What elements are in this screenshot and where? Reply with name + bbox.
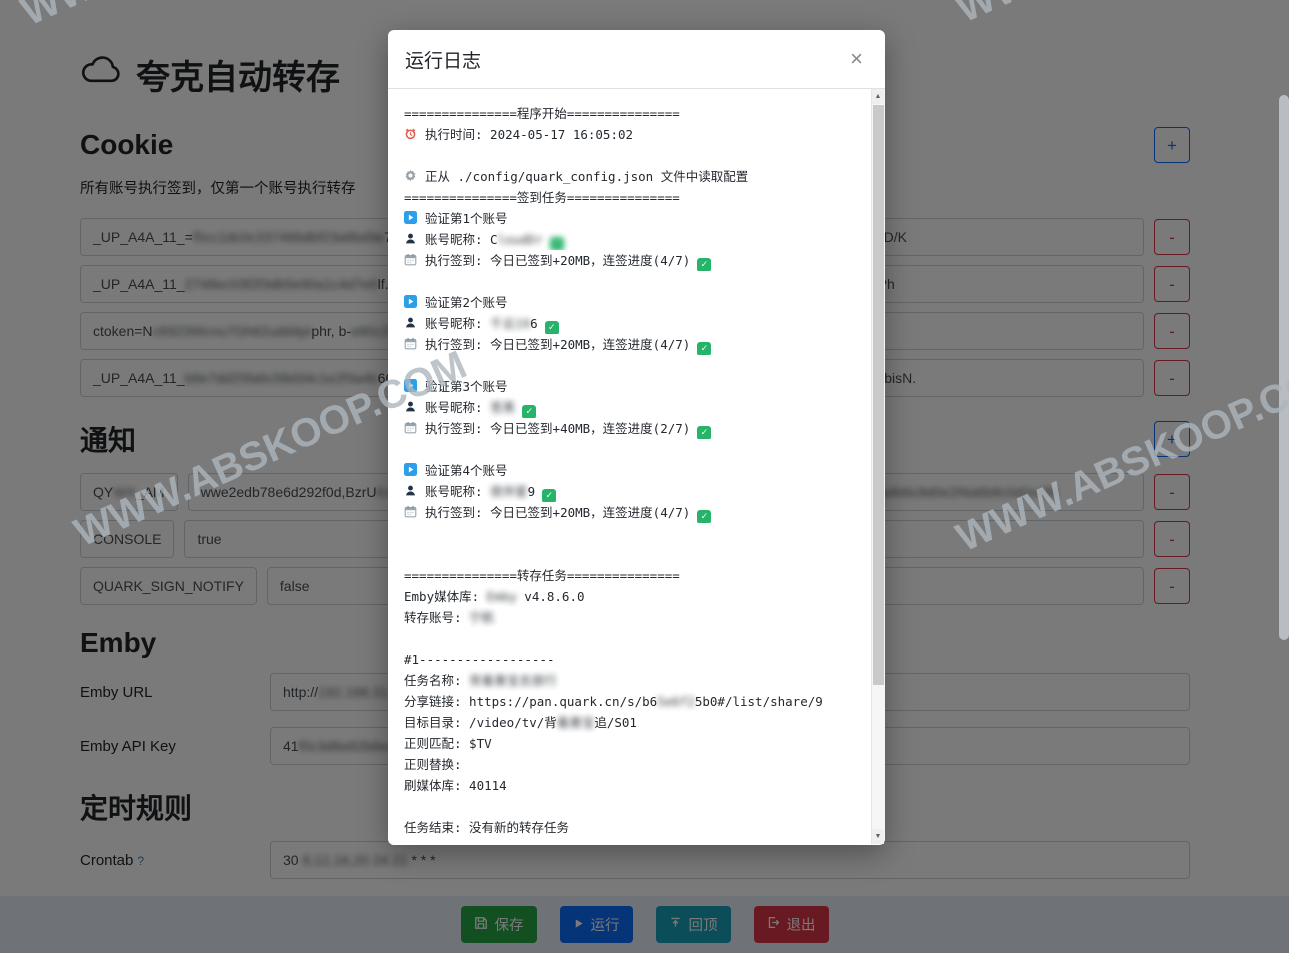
log-line: 验证第2个账号 (404, 292, 865, 313)
log-line (404, 355, 865, 376)
log-line (404, 271, 865, 292)
log-line: 刷媒体库: 40114 (404, 775, 865, 796)
log-line: 执行签到: 今日已签到+20MB，连签进度(4/7)✓ (404, 250, 865, 271)
log-line: 正从 ./config/quark_config.json 文件中读取配置 (404, 166, 865, 187)
user-icon (404, 314, 418, 334)
log-line: 验证第4个账号 (404, 460, 865, 481)
gear-icon (404, 167, 418, 187)
user-icon (404, 230, 418, 250)
calendar-icon (404, 251, 418, 271)
page-scrollbar-thumb[interactable] (1279, 95, 1289, 640)
log-line: 正则替换: (404, 754, 865, 775)
log-line: ===============签到任务=============== (404, 187, 865, 208)
check-icon: ✓ (522, 405, 536, 418)
check-icon: ✓ (697, 258, 711, 271)
scroll-up-icon[interactable]: ▲ (872, 89, 884, 104)
close-icon[interactable]: × (850, 48, 863, 70)
log-area: ===============程序开始===============执行时间: … (388, 89, 871, 843)
log-line: 任务结束: 没有新的转存任务 (404, 817, 865, 838)
log-line: #1------------------ (404, 649, 865, 670)
log-line: 正则匹配: $TV (404, 733, 865, 754)
log-line: 验证第3个账号 (404, 376, 865, 397)
log-scrollbar[interactable]: ▲ ▼ (871, 89, 885, 844)
log-line: 账号昵称: CloudDr✓ (404, 229, 865, 250)
log-line: Emby媒体库: Emby v4.8.6.0 (404, 586, 865, 607)
log-line (404, 523, 865, 544)
user-icon (404, 482, 418, 502)
log-line: 账号昵称: 苍黑✓ (404, 397, 865, 418)
screenshot-stage: 夸克自动转存 Cookie + 所有账号执行签到，仅第一个账号执行转存 _UP_… (0, 0, 1289, 953)
log-line (404, 544, 865, 565)
log-line: 执行签到: 今日已签到+20MB，连签进度(4/7)✓ (404, 334, 865, 355)
log-line: ===============程序开始=============== (404, 103, 865, 124)
calendar-icon (404, 419, 418, 439)
log-line: 执行签到: 今日已签到+20MB，连签进度(4/7)✓ (404, 502, 865, 523)
log-line: 任务名称: 背着善宝去旅行 (404, 670, 865, 691)
check-icon: ✓ (542, 489, 556, 502)
log-line: ===============转存任务=============== (404, 565, 865, 586)
play-icon (404, 461, 418, 481)
log-line (404, 145, 865, 166)
log-line: 执行签到: 今日已签到+40MB，连签进度(2/7)✓ (404, 418, 865, 439)
log-line (404, 628, 865, 649)
user-icon (404, 398, 418, 418)
log-line: 分享链接: https://pan.quark.cn/s/b65e6f25b0#… (404, 691, 865, 712)
play-icon (404, 209, 418, 229)
log-line (404, 796, 865, 817)
log-line: 验证第1个账号 (404, 208, 865, 229)
play-icon (404, 377, 418, 397)
modal-header: 运行日志 × (388, 30, 885, 89)
run-log-modal: 运行日志 × ===============程序开始==============… (388, 30, 885, 845)
log-line: 账号昵称: 夜伴星9✓ (404, 481, 865, 502)
check-icon: ✓ (697, 426, 711, 439)
check-icon: ✓ (697, 342, 711, 355)
log-line (404, 439, 865, 460)
play-icon (404, 293, 418, 313)
check-icon: ✓ (697, 510, 711, 523)
log-line: 执行时间: 2024-05-17 16:05:02 (404, 124, 865, 145)
log-line: 转存账号: 宁航 (404, 607, 865, 628)
modal-title: 运行日志 (405, 46, 481, 73)
calendar-icon (404, 503, 418, 523)
clock-icon (404, 125, 418, 145)
calendar-icon (404, 335, 418, 355)
check-icon: ✓ (545, 321, 559, 334)
log-scrollbar-thumb[interactable] (873, 105, 884, 685)
log-line: 账号昵称: 千云196✓ (404, 313, 865, 334)
scroll-down-icon[interactable]: ▼ (872, 829, 884, 844)
log-line: 目标目录: /video/tv/背着善宝追/S01 (404, 712, 865, 733)
check-icon: ✓ (550, 237, 564, 250)
